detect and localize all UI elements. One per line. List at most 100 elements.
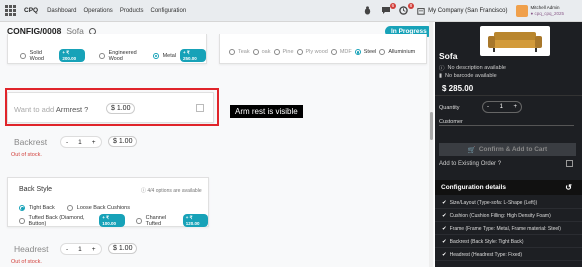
configuration-details-header: Configuration details ↺ [435,180,582,195]
back-style-availability: ⓘ 4/4 options are available [141,188,202,194]
frame-label-oak: oak [261,49,271,55]
configurator-main: CONFIG/0008 Sofa In Progress Solid Wood … [0,22,434,267]
user-menu[interactable]: Mitchell Admin ● cpq_cpq_2025 [531,5,565,17]
barcode-icon: ▮ [439,73,443,79]
frame-radio-steel[interactable] [354,49,361,55]
scrollbar-thumb[interactable] [430,112,433,140]
activity-badge: 8 [407,3,415,9]
back-style-radio-loose-back[interactable] [66,205,73,211]
frame-card: Teak oak Pine Ply wood MDF Steel Allumin… [219,34,427,64]
headrest-minus-button[interactable]: - [61,246,73,253]
material-radio-solid-wood[interactable] [20,52,26,59]
panel-product-title: Sofa [439,51,458,61]
backrest-title: Backrest [14,137,48,147]
apps-menu-icon[interactable] [5,5,17,17]
config-item-text: Size/Layout (Type-sofa: L-Shape (Left)) [449,199,538,206]
company-icon [417,8,425,15]
panel-qty-label: Quantity [439,105,460,111]
scrollbar-track[interactable] [429,22,433,267]
frame-label-ply-wood: Ply wood [305,49,328,55]
headrest-qty-stepper[interactable]: - 1 + [60,243,102,255]
check-icon: ✔ [442,212,447,219]
config-item-text: Cushion (Cushion Filling: High Density F… [449,212,551,219]
material-price-solid-wood: + ₹ 200.00 [59,49,86,62]
chat-icon[interactable]: 6 [381,3,397,16]
menu-configuration[interactable]: Configuration [151,8,187,14]
backrest-minus-button[interactable]: - [61,139,73,146]
headrest-title: Headrest [14,244,49,254]
frame-label-alluminium: Alluminium [388,49,416,55]
check-icon: ✔ [442,199,447,206]
add-existing-order-label: Add to Existing Order ? [439,161,502,167]
back-style-row1: Tight Back Loose Back Cushions [19,205,130,211]
menu-operations[interactable]: Operations [83,8,112,14]
material-options: Solid Wood + ₹ 200.00 Engineered Wood Me… [20,49,206,62]
company-switcher[interactable]: My Company (San Francisco) [417,7,508,15]
frame-radio-pine[interactable] [273,49,280,55]
config-item: ✔ Frame (Frame Type: Metal, Frame materi… [435,223,582,235]
confirm-add-to-cart-button[interactable]: 🛒 Confirm & Add to Cart [439,143,576,156]
back-style-title: Back Style [19,186,53,193]
headrest-price: $ 1.00 [108,243,138,254]
frame-label-pine: Pine [282,49,294,55]
frame-radio-teak[interactable] [229,49,235,55]
menu-products[interactable]: Products [120,8,144,14]
info-icon: ⓘ [439,66,445,72]
backrest-qty-value[interactable]: 1 [73,139,87,146]
back-style-label-tight-back: Tight Back [29,205,55,211]
config-item: ✔ Backrest (Back Style: Tight Back) [435,236,582,248]
confirm-button-label: Confirm & Add to Cart [478,146,548,153]
panel-qty-value[interactable]: 1 [500,104,503,110]
backrest-qty-stepper[interactable]: - 1 + [60,136,102,148]
material-label-solid-wood: Solid Wood [29,49,44,62]
config-item: ✔ Cushion (Cushion Filling: High Density… [435,210,582,222]
panel-qty-minus-button[interactable]: - [487,104,489,110]
cart-icon: 🛒 [467,146,476,154]
frame-radio-alluminium[interactable] [379,49,386,55]
back-style-radio-tufted[interactable] [19,217,25,224]
user-avatar[interactable] [515,5,528,17]
configuration-details-title: Configuration details [441,184,506,191]
app-name[interactable]: CPQ [24,7,38,14]
back-style-row2: Tufted Back (Diamond, Button) + ₹ 100.00… [19,214,208,227]
highlight-box [5,88,219,126]
headrest-qty-value[interactable]: 1 [73,246,87,253]
activity-icon[interactable]: 8 [399,3,415,16]
menu-dashboard[interactable]: Dashboard [47,8,76,14]
headrest-plus-button[interactable]: + [87,246,101,253]
sofa-image [480,26,550,56]
panel-price: $ 285.00 [442,84,474,93]
config-item-text: Headrest (Headrest Type: Fixed) [449,251,523,258]
back-style-price-tufted: + ₹ 100.00 [99,214,125,227]
headrest-stock-status: Out of stock. [11,259,42,265]
frame-label-steel: Steel [363,49,377,55]
back-style-radio-tight-back[interactable] [19,205,25,211]
chat-badge: 6 [389,3,397,9]
main-menu: Dashboard Operations Products Configurat… [47,8,186,14]
check-icon: ✔ [442,251,447,258]
frame-options: Teak oak Pine Ply wood MDF Steel Allumin… [229,49,415,55]
back-style-radio-channel[interactable] [136,217,142,224]
material-label-engineered-wood: Engineered Wood [108,49,137,62]
panel-no-barcode: No barcode available [445,73,497,79]
frame-radio-mdf[interactable] [330,49,337,55]
panel-no-description: No description available [447,65,506,71]
bug-icon[interactable] [363,6,373,16]
panel-qty-plus-button[interactable]: + [513,104,517,110]
back-style-label-channel: Channel Tufted [145,214,167,227]
panel-qty-stepper[interactable]: - 1 + [482,101,522,113]
material-radio-engineered-wood[interactable] [98,52,105,59]
frame-radio-oak[interactable] [252,49,259,55]
product-summary-panel: Sofa ⓘ No description available ▮ No bar… [435,22,582,267]
config-item: ✔ Size/Layout (Type-sofa: L-Shape (Left)… [435,197,582,209]
backrest-plus-button[interactable]: + [87,139,101,146]
reset-icon[interactable]: ↺ [565,183,572,192]
back-style-card: Back Style ⓘ 4/4 options are available T… [7,177,209,227]
material-radio-metal[interactable] [152,52,159,59]
customer-input[interactable] [439,125,574,126]
frame-label-mdf: MDF [339,49,352,55]
frame-label-teak: Teak [238,49,250,55]
config-item-text: Frame (Frame Type: Metal, Frame material… [449,225,561,232]
frame-radio-ply-wood[interactable] [296,49,303,55]
add-existing-order-checkbox[interactable] [566,160,573,167]
